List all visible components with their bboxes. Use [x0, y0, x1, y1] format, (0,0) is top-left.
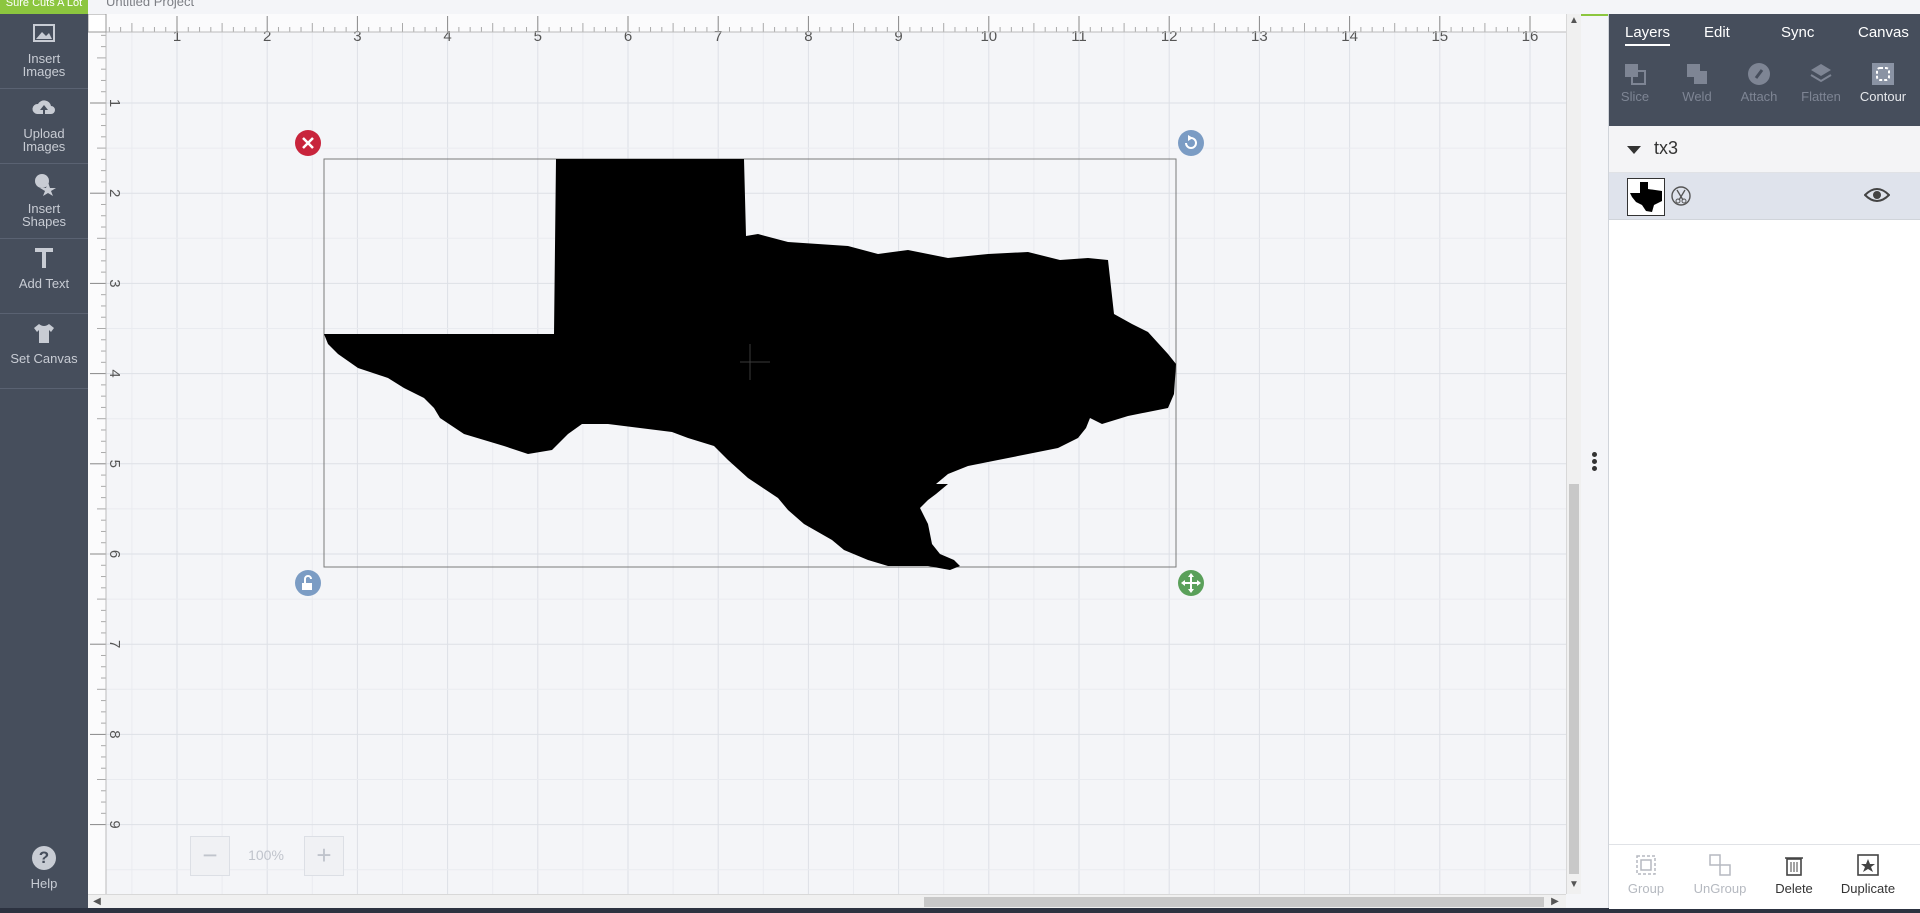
weld-label: Weld	[1682, 89, 1712, 104]
ruler-label-y: 2	[106, 189, 123, 197]
flatten-button[interactable]: Flatten	[1791, 58, 1851, 104]
attach-button[interactable]: Attach	[1729, 58, 1789, 104]
group-icon	[1636, 855, 1656, 875]
contour-button[interactable]: Contour	[1853, 58, 1913, 104]
ungroup-icon	[1709, 854, 1731, 876]
rotate-handle[interactable]	[1178, 130, 1204, 156]
ruler-corner	[88, 14, 107, 33]
image-icon	[33, 24, 55, 42]
insert-shapes-label: Insert Shapes	[21, 201, 67, 229]
top-ruler: 1 2 3 4 5 6 7 8 9 10 11 12 13 14 15 16	[88, 14, 1566, 45]
duplicate-icon	[1857, 854, 1879, 876]
collapse-caret-icon[interactable]	[1627, 146, 1641, 154]
lock-handle[interactable]	[295, 570, 321, 596]
canvas-svg: 1 2 3 4 5 6 7 8 9 10 11 12 13 14 15 16 1 2 3 4 5 6 7 8 9	[88, 14, 1566, 894]
left-ruler-bg	[88, 14, 106, 894]
weld-button[interactable]: Weld	[1667, 58, 1727, 104]
ruler-label-y: 3	[106, 279, 123, 287]
attach-label: Attach	[1740, 89, 1778, 104]
horizontal-scrollbar[interactable]: ◀ ▶	[88, 894, 1566, 909]
insert-images-label: Insert Images	[22, 51, 66, 79]
design-canvas[interactable]: 1 2 3 4 5 6 7 8 9 10 11 12 13 14 15 16 1 2 3 4 5 6 7 8 9	[88, 14, 1566, 894]
weld-icon	[1687, 64, 1707, 84]
scroll-down-arrow[interactable]: ▼	[1567, 878, 1581, 892]
zoom-out-button[interactable]: −	[190, 836, 230, 876]
set-canvas-button[interactable]: Set Canvas	[0, 314, 88, 389]
layer-tools: Slice Weld Attach Flatten Contour	[1609, 54, 1920, 126]
panel-actions: Group UnGroup Delete Duplicate	[1609, 844, 1920, 909]
scroll-right-arrow[interactable]: ▶	[1548, 895, 1562, 909]
left-sidebar: Insert Images Upload Images Insert Shape…	[0, 14, 88, 913]
project-title: Untitled Project	[106, 0, 195, 9]
tab-sync[interactable]: Sync	[1781, 24, 1814, 41]
help-icon: ?	[32, 846, 56, 870]
zoom-in-button[interactable]: +	[304, 836, 344, 876]
duplicate-button[interactable]: Duplicate	[1833, 853, 1903, 896]
tab-canvas[interactable]: Canvas	[1858, 24, 1909, 41]
ungroup-label: UnGroup	[1693, 881, 1747, 896]
duplicate-label: Duplicate	[1840, 881, 1896, 896]
group-label: Group	[1627, 881, 1665, 896]
scroll-left-arrow[interactable]: ◀	[90, 895, 104, 909]
zoom-control: − 100% +	[190, 836, 344, 876]
slice-icon	[1625, 64, 1646, 85]
contour-label: Contour	[1859, 89, 1907, 104]
tab-edit[interactable]: Edit	[1704, 24, 1730, 41]
move-handle[interactable]	[1178, 570, 1204, 596]
horizontal-scroll-thumb[interactable]	[924, 897, 1544, 907]
ruler-label-y: 1	[106, 99, 123, 107]
text-icon	[35, 248, 53, 268]
panel-tabs: Layers Edit Sync Canvas	[1609, 14, 1920, 54]
delete-label: Delete	[1775, 881, 1813, 896]
scroll-up-arrow[interactable]: ▲	[1567, 14, 1581, 28]
right-panel: Layers Edit Sync Canvas Slice Weld Attac…	[1608, 14, 1920, 909]
tshirt-icon	[34, 324, 54, 343]
ruler-label-y: 4	[106, 369, 123, 377]
ruler-label-y: 6	[106, 550, 123, 558]
insert-shapes-button[interactable]: Insert Shapes	[0, 164, 88, 239]
app-brand[interactable]: Sure Cuts A Lot	[0, 0, 88, 14]
paperclip-icon	[1748, 63, 1770, 85]
upload-images-label: Upload Images	[22, 126, 66, 154]
slice-label: Slice	[1620, 89, 1650, 104]
layer-group-name: tx3	[1654, 138, 1679, 158]
panel-splitter-handle[interactable]	[1589, 450, 1599, 478]
delete-button[interactable]: Delete	[1759, 853, 1829, 896]
layer-row[interactable]	[1609, 173, 1920, 220]
vertical-scrollbar[interactable]: ▲ ▼	[1566, 14, 1581, 894]
flatten-label: Flatten	[1801, 89, 1841, 104]
visibility-eye-icon[interactable]	[1864, 185, 1890, 205]
set-canvas-label: Set Canvas	[10, 351, 78, 366]
layer-thumbnail	[1627, 178, 1665, 216]
help-button[interactable]: ? Help	[0, 836, 88, 906]
cloud-upload-icon	[32, 100, 55, 114]
help-label: Help	[30, 876, 58, 891]
layer-group-header[interactable]: tx3	[1609, 126, 1920, 173]
vertical-scroll-thumb[interactable]	[1569, 484, 1579, 874]
insert-images-button[interactable]: Insert Images	[0, 14, 88, 89]
zoom-level: 100%	[248, 847, 284, 863]
add-text-button[interactable]: Add Text	[0, 239, 88, 314]
group-button[interactable]: Group	[1611, 853, 1681, 896]
ruler-label-y: 9	[106, 820, 123, 828]
contour-icon	[1872, 63, 1894, 85]
left-ruler: 1 2 3 4 5 6 7 8 9	[88, 14, 123, 894]
layers-icon	[1810, 64, 1832, 83]
slice-button[interactable]: Slice	[1605, 58, 1665, 104]
tab-layers[interactable]: Layers	[1625, 24, 1671, 46]
trash-icon	[1785, 857, 1803, 876]
scissors-icon[interactable]	[1671, 186, 1691, 206]
shapes-icon	[35, 174, 56, 196]
ruler-label-y: 7	[106, 640, 123, 648]
ruler-label-y: 5	[106, 460, 123, 468]
ungroup-button[interactable]: UnGroup	[1685, 853, 1755, 896]
upload-images-button[interactable]: Upload Images	[0, 89, 88, 164]
delete-handle[interactable]	[295, 130, 321, 156]
ruler-label-y: 8	[106, 730, 123, 738]
add-text-label: Add Text	[18, 276, 70, 291]
